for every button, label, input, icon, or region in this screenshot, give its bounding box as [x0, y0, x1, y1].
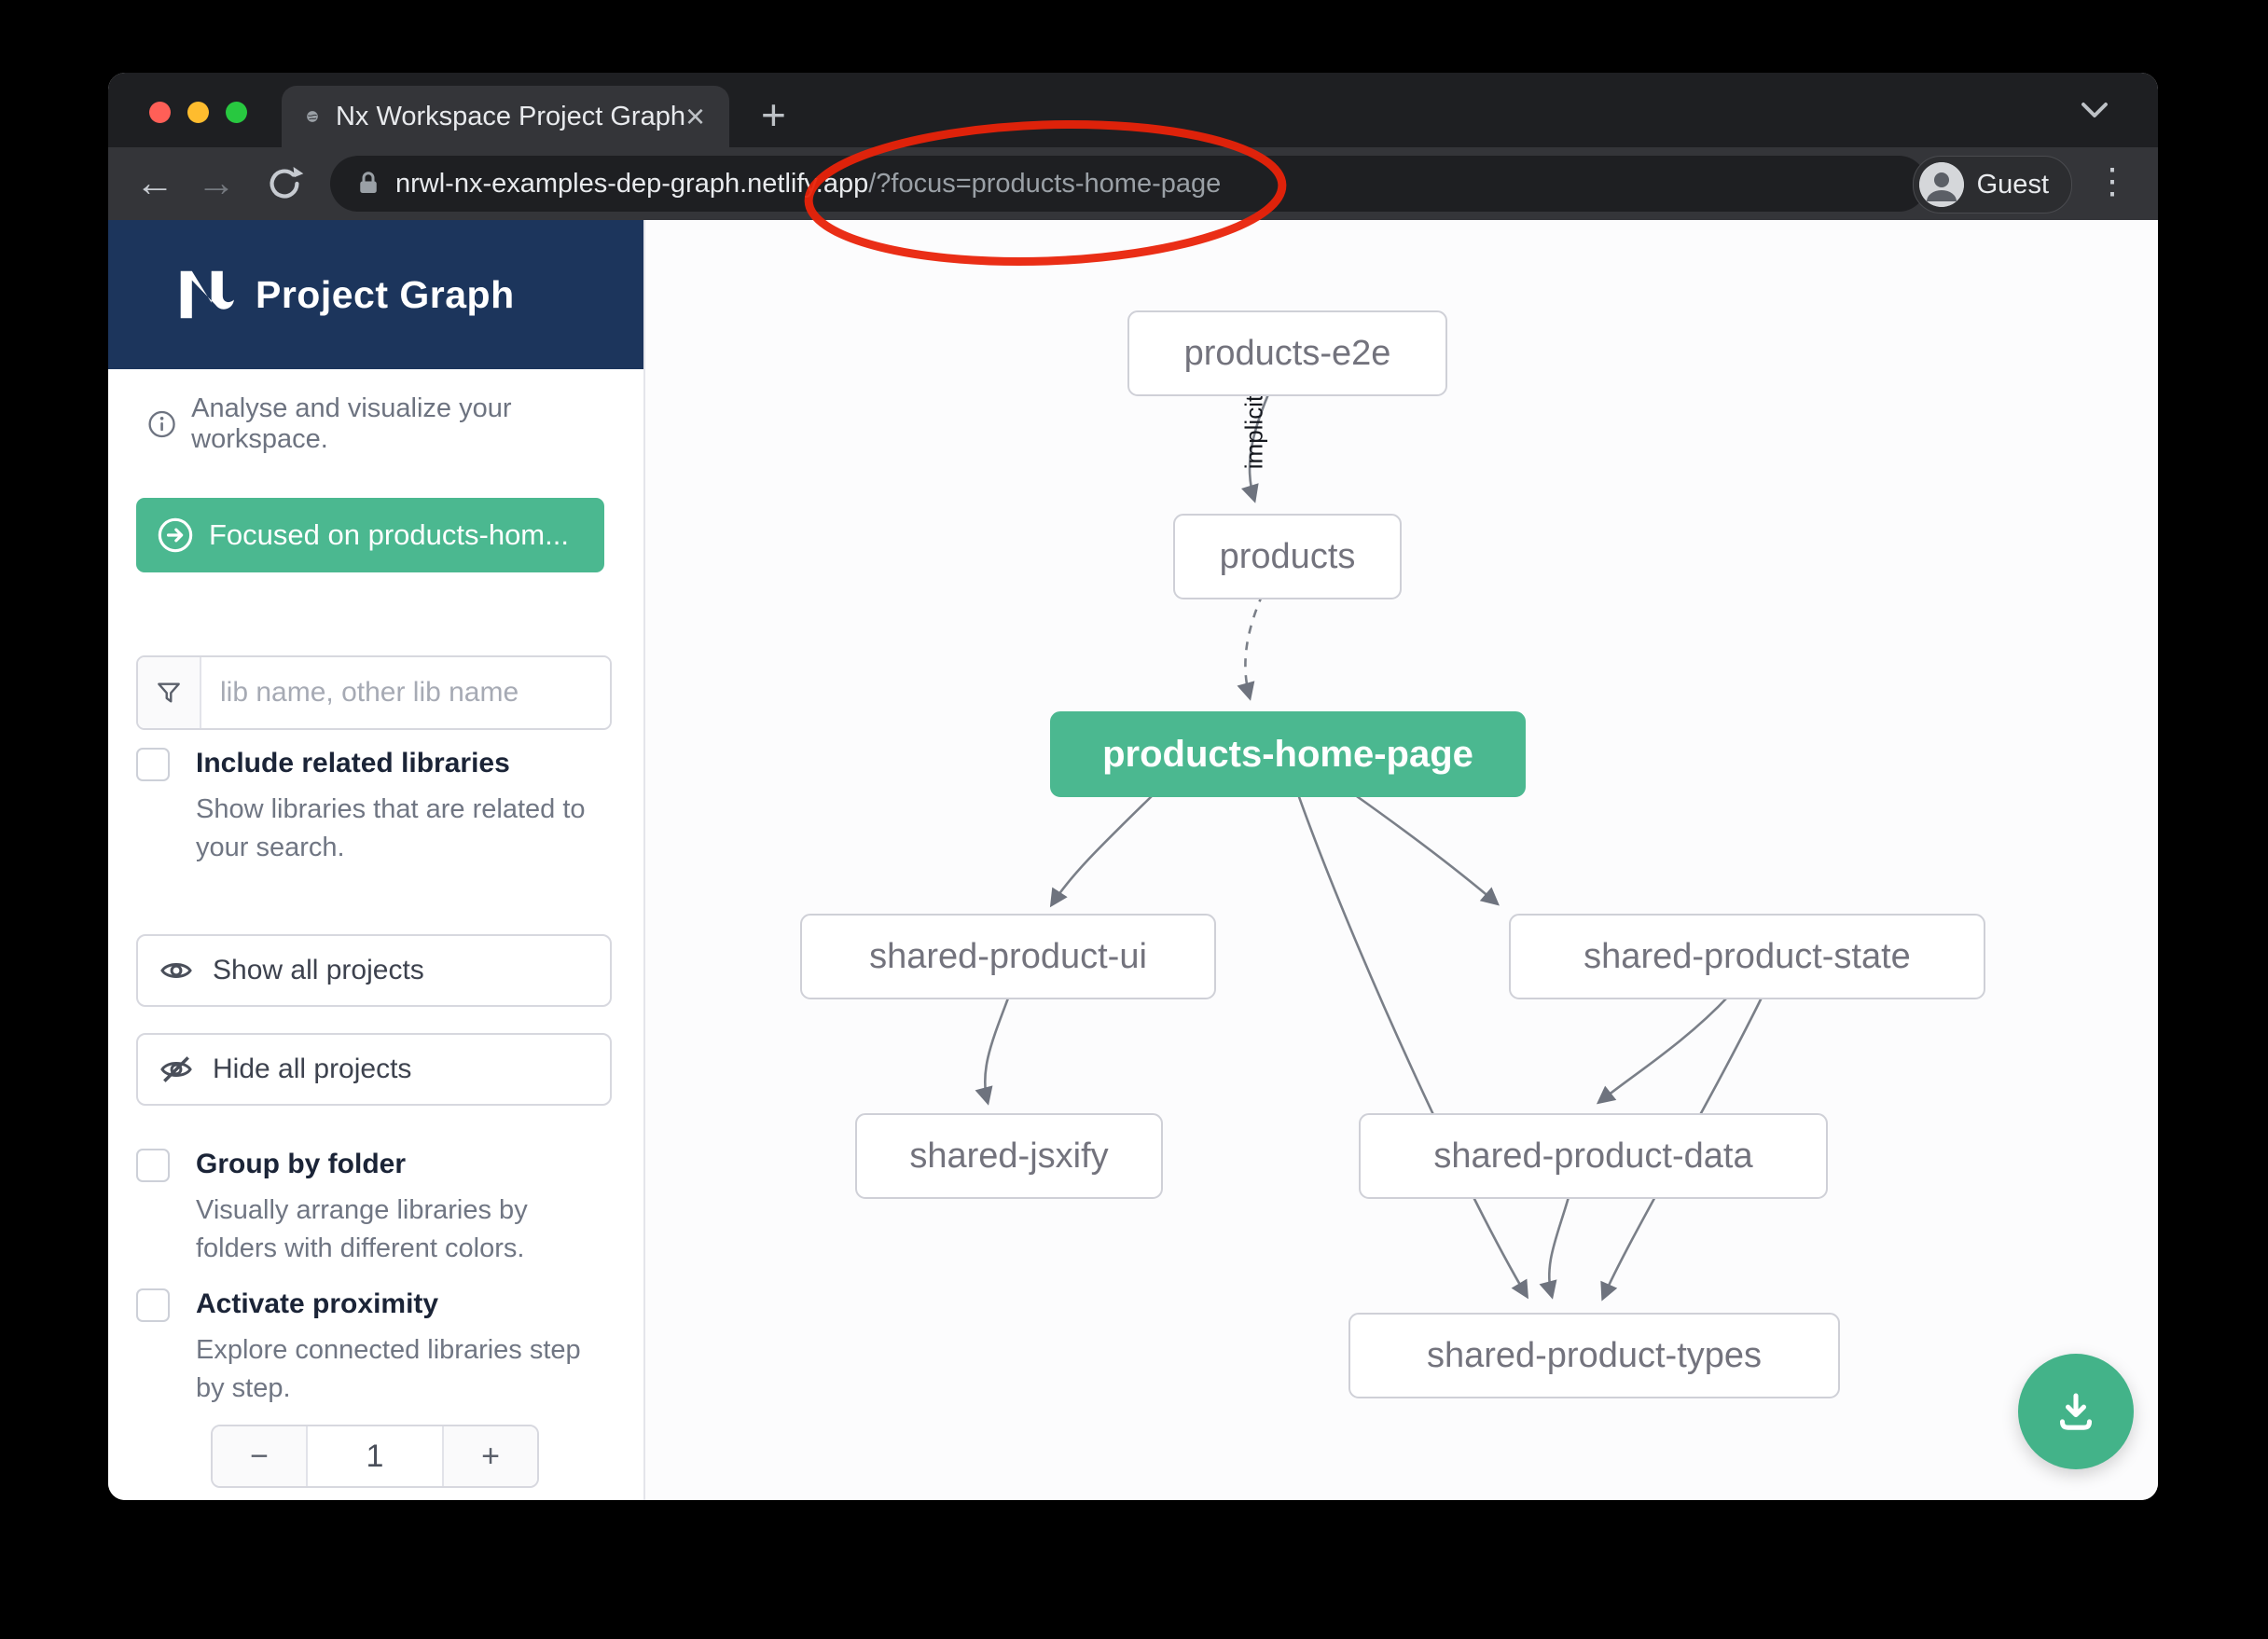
tagline-text: Analyse and visualize your workspace.: [191, 393, 643, 455]
group-by-folder-description: Visually arrange libraries by folders wi…: [196, 1191, 615, 1268]
forward-button[interactable]: →: [190, 153, 242, 213]
download-image-button[interactable]: [2018, 1354, 2134, 1469]
focused-on-button[interactable]: Focused on products-hom...: [136, 498, 604, 572]
address-bar[interactable]: nrwl-nx-examples-dep-graph.netlify.app/?…: [330, 156, 1927, 212]
edge-homepage-types: [1298, 794, 1527, 1296]
show-all-projects-label: Show all projects: [213, 955, 424, 986]
edge-state-data: [1599, 996, 1729, 1102]
group-by-folder-checkbox[interactable]: [136, 1149, 170, 1182]
profile-label: Guest: [1977, 170, 2049, 200]
focused-on-label: Focused on products-hom...: [209, 518, 569, 552]
tab-close-icon[interactable]: ×: [685, 97, 705, 136]
nx-logo-icon: [173, 264, 235, 325]
back-button[interactable]: ←: [129, 153, 181, 213]
include-related-checkbox[interactable]: [136, 748, 170, 781]
url-text[interactable]: nrwl-nx-examples-dep-graph.netlify.app/?…: [395, 169, 1221, 200]
chevron-down-icon[interactable]: [2078, 97, 2111, 123]
project-graph-canvas[interactable]: implicit products-e2e products products-…: [645, 220, 2158, 1500]
activate-proximity-checkbox[interactable]: [136, 1288, 170, 1322]
download-icon: [2049, 1384, 2103, 1439]
tab-title: Nx Workspace Project Graph: [336, 102, 685, 132]
tagline-row: Analyse and visualize your workspace.: [147, 393, 643, 455]
funnel-icon: [138, 657, 201, 728]
window-close-button[interactable]: [149, 102, 171, 123]
filter-box: [136, 655, 612, 730]
show-all-projects-button[interactable]: Show all projects: [136, 934, 612, 1007]
filter-input[interactable]: [201, 657, 610, 728]
info-icon: [147, 409, 176, 439]
hide-all-projects-button[interactable]: Hide all projects: [136, 1033, 612, 1106]
stepper-value: 1: [308, 1426, 442, 1486]
url-host: nrwl-nx-examples-dep-graph.netlify.app: [395, 169, 868, 199]
tab-strip: Nx Workspace Project Graph × +: [108, 73, 2158, 147]
activate-proximity-description: Explore connected libraries step by step…: [196, 1331, 615, 1408]
edge-homepage-ui: [1052, 794, 1154, 904]
edge-label-implicit: implicit: [1240, 381, 1269, 484]
node-products-e2e[interactable]: products-e2e: [1127, 310, 1447, 396]
node-shared-product-state[interactable]: shared-product-state: [1509, 914, 1985, 999]
node-products[interactable]: products: [1173, 514, 1402, 599]
edge-data-types: [1549, 1197, 1569, 1296]
sidebar-header: Project Graph: [108, 220, 643, 369]
url-path: /?focus=products-home-page: [868, 169, 1221, 199]
window-zoom-button[interactable]: [226, 102, 247, 123]
window-minimize-button[interactable]: [187, 102, 209, 123]
avatar: [1919, 162, 1964, 207]
edge-homepage-state: [1354, 794, 1497, 903]
activate-proximity-label: Activate proximity: [196, 1288, 438, 1320]
proximity-depth-stepper: − 1 +: [211, 1425, 539, 1488]
browser-tab[interactable]: Nx Workspace Project Graph ×: [282, 86, 729, 147]
profile-button[interactable]: Guest: [1913, 156, 2072, 213]
arrow-circle-right-icon: [157, 516, 194, 554]
graph-edges: [645, 220, 2158, 1500]
new-tab-button[interactable]: +: [761, 90, 786, 140]
include-related-description: Show libraries that are related to your …: [196, 791, 615, 867]
node-shared-product-ui[interactable]: shared-product-ui: [800, 914, 1216, 999]
edge-products-homepage: [1245, 594, 1263, 697]
lock-icon: [354, 170, 382, 198]
edge-ui-jsxify: [985, 996, 1009, 1102]
stepper-increase-button[interactable]: +: [442, 1426, 537, 1486]
hide-all-projects-label: Hide all projects: [213, 1054, 411, 1085]
eye-icon: [159, 953, 194, 988]
sidebar: Project Graph Analyse and visualize your…: [108, 220, 645, 1500]
include-related-label: Include related libraries: [196, 748, 510, 779]
node-shared-product-data[interactable]: shared-product-data: [1359, 1113, 1828, 1199]
app-title: Project Graph: [256, 273, 515, 317]
node-shared-jsxify[interactable]: shared-jsxify: [855, 1113, 1163, 1199]
eye-off-icon: [159, 1052, 194, 1087]
reload-button[interactable]: [263, 162, 306, 205]
node-products-home-page[interactable]: products-home-page: [1050, 711, 1526, 797]
browser-toolbar: ← → nrwl-nx-examples-dep-graph.netlify.a…: [108, 147, 2158, 220]
browser-menu-icon[interactable]: ⋮: [2095, 160, 2130, 202]
node-shared-product-types[interactable]: shared-product-types: [1348, 1313, 1840, 1398]
stepper-decrease-button[interactable]: −: [213, 1426, 308, 1486]
browser-window: Nx Workspace Project Graph × + ← → nrwl-…: [108, 73, 2158, 1500]
globe-icon: [306, 101, 319, 132]
group-by-folder-label: Group by folder: [196, 1149, 406, 1180]
